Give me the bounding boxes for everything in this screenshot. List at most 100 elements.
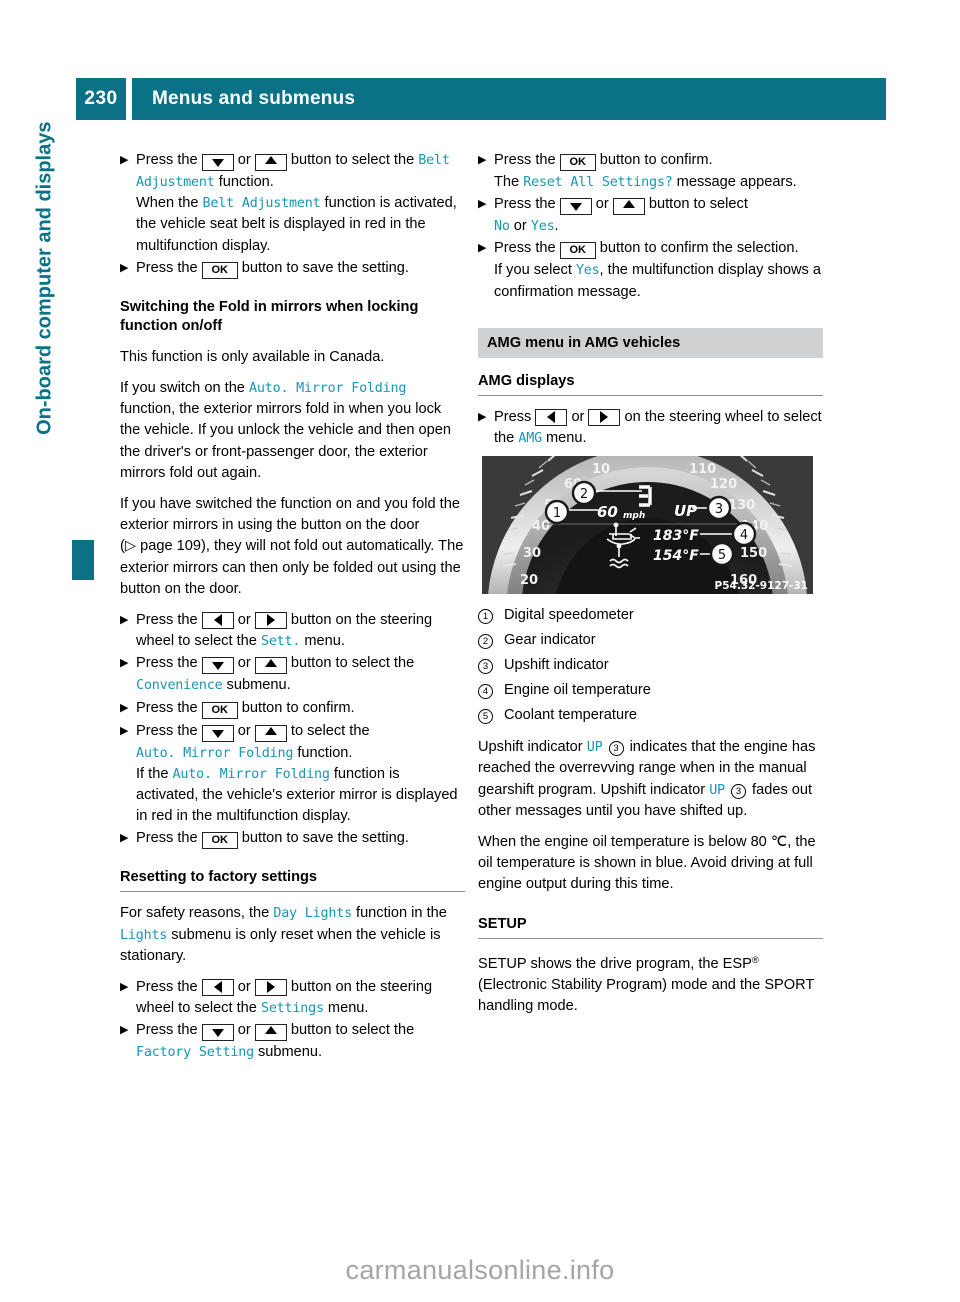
- text: Press the: [494, 152, 556, 168]
- svg-text:3: 3: [715, 502, 723, 517]
- ui-term-convenience: Convenience: [136, 678, 223, 694]
- step-bullet-icon: ▶: [120, 1024, 129, 1037]
- right-button-key[interactable]: [254, 979, 287, 997]
- chapter-label: On-board computer and displays: [33, 121, 56, 435]
- down-button-key[interactable]: [201, 724, 234, 742]
- paragraph-oil-temperature: When the engine oil temperature is below…: [478, 834, 816, 893]
- text: button to save the setting.: [241, 830, 409, 847]
- legend-label: Coolant temperature: [504, 707, 638, 724]
- left-button-key[interactable]: [201, 612, 234, 630]
- ui-term-no: No: [494, 219, 510, 235]
- ui-term-yes: Yes: [530, 219, 555, 235]
- svg-text:5: 5: [718, 548, 726, 563]
- page-title: Menus and submenus: [132, 78, 886, 120]
- heading-resetting-factory-settings: Resetting to factory settings: [120, 868, 465, 893]
- svg-text:130: 130: [728, 498, 755, 513]
- text: or: [513, 218, 527, 235]
- step-confirm-selection: ▶ Press the OK button to confirm the sel…: [478, 238, 823, 302]
- text: Press the: [136, 830, 198, 847]
- callout-reference-3b: 3: [730, 783, 746, 799]
- text: If you switch on the: [120, 380, 245, 397]
- text: or: [237, 152, 251, 168]
- legend-label: Digital speedometer: [504, 607, 634, 624]
- text: or: [237, 1022, 251, 1039]
- legend-label: Upshift indicator: [504, 657, 609, 674]
- ui-term-day-lights: Day Lights: [273, 906, 352, 922]
- step-bullet-icon: ▶: [478, 154, 487, 166]
- left-button-key[interactable]: [535, 408, 568, 426]
- step-select-no-or-yes: ▶ Press the or button to select No or Ye…: [478, 194, 823, 237]
- text: button to save the setting.: [241, 259, 409, 276]
- text: Press the: [494, 196, 556, 213]
- down-button-key[interactable]: [559, 198, 592, 216]
- heading-fold-in-mirrors: Switching the Fold in mirrors when locki…: [120, 298, 419, 334]
- callout-number: 5: [478, 709, 493, 725]
- ok-button-key[interactable]: OK: [559, 242, 596, 260]
- svg-text:120: 120: [710, 477, 737, 492]
- text: or: [571, 408, 585, 425]
- left-button-key[interactable]: [201, 979, 234, 997]
- step-select-amg-menu: ▶ Press or on the steering wheel to sele…: [478, 407, 823, 449]
- callout-number: 2: [478, 634, 493, 650]
- step-bullet-icon: ▶: [478, 198, 487, 211]
- paragraph-manual-fold: If you have switched the function on and…: [120, 494, 465, 600]
- right-button-key[interactable]: [588, 408, 621, 426]
- amg-instrument-cluster-figure: 20 30 40 50 60 10 110 120 130 140 150 16…: [482, 456, 813, 595]
- legend-item: 3 Upshift indicator: [478, 653, 823, 678]
- text: button to confirm.: [599, 152, 713, 168]
- step-select-belt-adjustment: ▶ Press the or button to select the Belt…: [120, 150, 465, 257]
- page-number: 230: [76, 78, 126, 120]
- ok-button-key[interactable]: OK: [201, 832, 238, 850]
- text: Press the: [136, 699, 198, 716]
- text: The: [494, 174, 520, 190]
- legend-item: 5 Coolant temperature: [478, 703, 823, 728]
- ui-term-yes-2: Yes: [575, 263, 600, 279]
- ok-button-key[interactable]: OK: [559, 154, 596, 171]
- down-button-key[interactable]: [201, 154, 234, 171]
- digital-speed-value: 60: [597, 503, 618, 521]
- step-bullet-icon: ▶: [120, 724, 129, 737]
- text: button to select the: [290, 1022, 415, 1039]
- up-button-key[interactable]: [612, 198, 645, 216]
- text: function.: [218, 174, 274, 190]
- ui-term-factory-setting: Factory Setting: [136, 1045, 254, 1061]
- down-button-key[interactable]: [201, 1024, 234, 1042]
- text: function, the exterior mirrors fold in w…: [120, 401, 452, 481]
- down-button-key[interactable]: [201, 657, 234, 675]
- up-button-key[interactable]: [254, 724, 287, 742]
- ui-term-belt-adjustment-2: Belt Adjustment: [202, 196, 321, 212]
- text: If the: [136, 765, 169, 782]
- text: function.: [297, 744, 353, 761]
- text: Press the: [136, 722, 198, 739]
- ui-term-auto-mirror-folding-2: Auto. Mirror Folding: [172, 766, 330, 782]
- legend-label: Gear indicator: [504, 632, 596, 649]
- page-header: 230 Menus and submenus: [76, 78, 886, 120]
- step-bullet-icon: ▶: [120, 261, 129, 274]
- right-button-key[interactable]: [254, 612, 287, 630]
- paragraph-setup-description: SETUP shows the drive program, the ESP® …: [478, 950, 823, 1018]
- up-button-key[interactable]: [254, 657, 287, 675]
- callout-number: 3: [478, 659, 493, 675]
- callout-number: 1: [478, 609, 493, 625]
- upshift-indicator-text: UP: [674, 502, 697, 520]
- svg-text:150: 150: [740, 546, 767, 561]
- ok-button-key[interactable]: OK: [201, 261, 238, 279]
- coolant-temp-value: 154°F: [653, 548, 699, 564]
- svg-text:1: 1: [553, 506, 561, 521]
- registered-trademark-symbol: ®: [751, 954, 759, 966]
- step-ok-confirm: ▶ Press the OK button to confirm. The Re…: [478, 150, 823, 193]
- ok-button-key[interactable]: OK: [201, 701, 238, 719]
- step-bullet-icon: ▶: [478, 410, 487, 423]
- up-button-key[interactable]: [254, 154, 287, 171]
- text: If you select: [494, 262, 572, 279]
- cross-reference-page-109[interactable]: ▷ page 109: [125, 538, 201, 554]
- step-bullet-icon: ▶: [120, 981, 129, 994]
- text: For safety reasons, the: [120, 905, 270, 922]
- text: submenu is only reset when the vehicle i…: [120, 926, 441, 964]
- up-button-key[interactable]: [254, 1024, 287, 1042]
- heading-amg-displays: AMG displays: [478, 372, 823, 396]
- text: button to confirm.: [241, 699, 355, 716]
- text: When the: [136, 195, 199, 212]
- step-select-auto-mirror-folding: ▶ Press the or to select the Auto. Mirro…: [120, 721, 465, 828]
- instrument-cluster-svg: 20 30 40 50 60 10 110 120 130 140 150 16…: [482, 456, 813, 595]
